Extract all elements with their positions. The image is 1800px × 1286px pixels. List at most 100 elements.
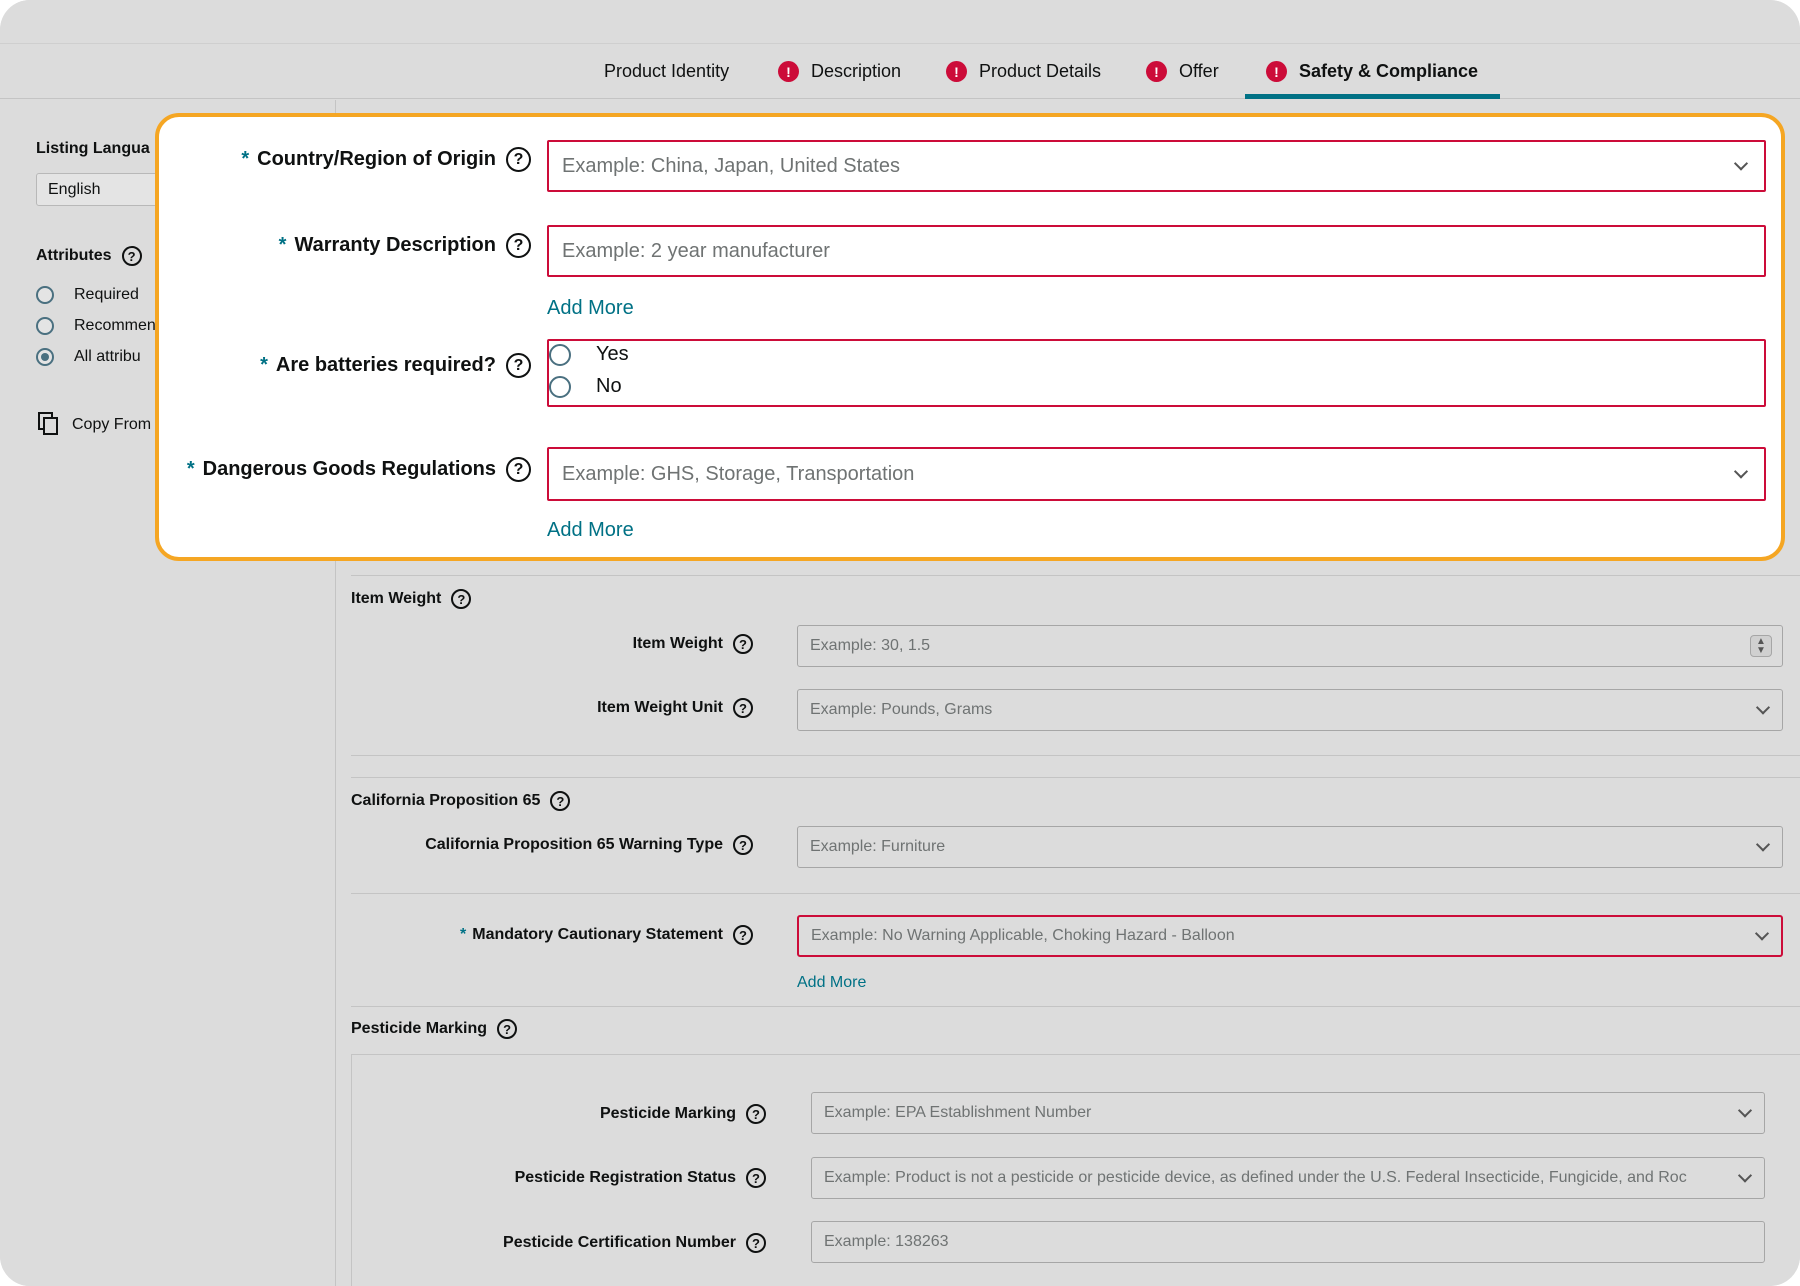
- field-label-text: Pesticide Registration Status: [514, 1169, 736, 1186]
- section-divider: [351, 1006, 1800, 1007]
- help-icon[interactable]: ?: [733, 835, 753, 855]
- country-of-origin-label: * Country/Region of Origin ?: [159, 147, 531, 172]
- pesticide-marking-select[interactable]: Example: EPA Establishment Number: [811, 1092, 1765, 1134]
- dangerous-goods-add-more-link[interactable]: Add More: [547, 519, 634, 542]
- help-icon[interactable]: ?: [506, 353, 531, 378]
- attributes-label: Attributes ?: [36, 246, 142, 266]
- error-icon: !: [778, 61, 799, 82]
- section-divider: [351, 893, 1800, 894]
- highlighted-required-fields-panel: * Country/Region of Origin ? Example: Ch…: [155, 113, 1785, 561]
- help-icon[interactable]: ?: [746, 1104, 766, 1124]
- active-tab-indicator: [1245, 94, 1500, 99]
- placeholder-text: Example: China, Japan, United States: [562, 154, 900, 177]
- radio-icon[interactable]: [36, 286, 54, 304]
- placeholder-text: Example: 138263: [824, 1233, 949, 1250]
- error-icon: !: [1266, 61, 1287, 82]
- item-weight-unit-label: Item Weight Unit ?: [351, 698, 753, 718]
- filter-label: Recommen: [74, 317, 156, 334]
- tab-label: Product Details: [979, 61, 1102, 81]
- field-label-text: Item Weight: [632, 635, 723, 652]
- placeholder-text: Example: 2 year manufacturer: [562, 239, 830, 262]
- chevron-down-icon: [1733, 156, 1749, 171]
- help-icon[interactable]: ?: [506, 147, 531, 172]
- tab-label: Description: [811, 61, 902, 81]
- item-weight-unit-select[interactable]: Example: Pounds, Grams: [797, 689, 1783, 731]
- radio-label: Yes: [596, 343, 629, 365]
- radio-icon[interactable]: [549, 343, 571, 366]
- tab-label: Safety & Compliance: [1299, 61, 1479, 81]
- filter-all-attributes[interactable]: All attribu: [36, 348, 141, 366]
- tab-label: Offer: [1179, 61, 1219, 81]
- field-label-text: Country/Region of Origin: [257, 148, 496, 170]
- radio-icon[interactable]: [549, 375, 571, 398]
- field-label-text: Pesticide Marking: [599, 1105, 736, 1122]
- tab-product-details[interactable]: ! Product Details: [946, 44, 1101, 99]
- pesticide-cert-label: Pesticide Certification Number ?: [351, 1233, 766, 1253]
- placeholder-text: Example: 30, 1.5: [810, 637, 931, 654]
- help-icon[interactable]: ?: [746, 1233, 766, 1253]
- placeholder-text: Example: GHS, Storage, Transportation: [562, 462, 915, 485]
- batteries-option-yes[interactable]: Yes: [549, 343, 629, 366]
- item-weight-section-title: Item Weight ?: [351, 589, 472, 609]
- country-of-origin-select[interactable]: Example: China, Japan, United States: [547, 140, 1766, 192]
- tab-product-identity[interactable]: Product Identity: [604, 44, 729, 99]
- pesticide-status-label: Pesticide Registration Status ?: [351, 1168, 766, 1188]
- help-icon[interactable]: ?: [733, 698, 753, 718]
- filter-label: Required: [74, 286, 139, 303]
- help-icon[interactable]: ?: [550, 791, 571, 811]
- placeholder-text: Example: Product is not a pesticide or p…: [824, 1169, 1687, 1186]
- help-icon[interactable]: ?: [121, 246, 142, 266]
- listing-language-label: Listing Langua: [36, 140, 150, 157]
- item-weight-label: Item Weight ?: [351, 634, 753, 654]
- prop65-warning-select[interactable]: Example: Furniture: [797, 826, 1783, 868]
- batteries-option-no[interactable]: No: [549, 375, 622, 398]
- tab-bar: Product Identity ! Description ! Product…: [0, 44, 1800, 99]
- placeholder-text: Example: EPA Establishment Number: [824, 1104, 1092, 1121]
- help-icon[interactable]: ?: [506, 457, 531, 482]
- warranty-description-input[interactable]: Example: 2 year manufacturer: [547, 225, 1766, 277]
- filter-required[interactable]: Required: [36, 286, 139, 304]
- radio-selected-icon[interactable]: [36, 348, 54, 366]
- dangerous-goods-select[interactable]: Example: GHS, Storage, Transportation: [547, 447, 1766, 501]
- cautionary-add-more-link[interactable]: Add More: [797, 974, 866, 992]
- copy-icon[interactable]: [38, 412, 60, 436]
- cautionary-statement-label: * Mandatory Cautionary Statement ?: [351, 925, 753, 945]
- field-label-text: Warranty Description: [294, 234, 496, 256]
- tab-safety-compliance[interactable]: ! Safety & Compliance: [1266, 44, 1478, 99]
- pesticide-status-select[interactable]: Example: Product is not a pesticide or p…: [811, 1157, 1765, 1199]
- help-icon[interactable]: ?: [733, 925, 753, 945]
- help-icon[interactable]: ?: [497, 1019, 518, 1039]
- section-divider: [351, 755, 1800, 756]
- warranty-add-more-link[interactable]: Add More: [547, 297, 634, 320]
- chevron-down-icon: [1733, 464, 1749, 479]
- radio-icon[interactable]: [36, 317, 54, 335]
- required-marker: *: [186, 458, 195, 480]
- field-label-text: California Proposition 65 Warning Type: [425, 836, 723, 853]
- warranty-description-label: * Warranty Description ?: [159, 233, 531, 258]
- pesticide-section-title: Pesticide Marking ?: [351, 1019, 518, 1039]
- required-marker: *: [260, 354, 268, 376]
- filter-recommended[interactable]: Recommen: [36, 317, 156, 335]
- item-weight-input[interactable]: Example: 30, 1.5 ▲ ▼: [797, 625, 1783, 667]
- help-icon[interactable]: ?: [451, 589, 472, 609]
- batteries-required-label: * Are batteries required? ?: [159, 353, 531, 378]
- app-frame: Product Identity ! Description ! Product…: [0, 0, 1800, 1286]
- pesticide-cert-input[interactable]: Example: 138263: [811, 1221, 1765, 1263]
- tab-description[interactable]: ! Description: [778, 44, 901, 99]
- copy-from-link[interactable]: Copy From: [72, 416, 151, 434]
- section-title-text: California Proposition 65: [351, 792, 541, 809]
- cautionary-statement-select[interactable]: Example: No Warning Applicable, Choking …: [797, 915, 1783, 957]
- chevron-down-icon: [1737, 1103, 1753, 1118]
- pesticide-marking-label: Pesticide Marking ?: [351, 1104, 766, 1124]
- help-icon[interactable]: ?: [746, 1168, 766, 1188]
- tab-label: Product Identity: [604, 61, 730, 81]
- tab-offer[interactable]: ! Offer: [1146, 44, 1219, 99]
- help-icon[interactable]: ?: [733, 634, 753, 654]
- number-stepper-icon[interactable]: ▲ ▼: [1750, 635, 1772, 657]
- field-label-text: Pesticide Certification Number: [503, 1234, 736, 1251]
- chevron-down-icon: [1737, 1168, 1753, 1183]
- placeholder-text: Example: Furniture: [810, 838, 946, 855]
- prop65-section-title: California Proposition 65 ?: [351, 791, 571, 811]
- help-icon[interactable]: ?: [506, 233, 531, 258]
- placeholder-text: Example: No Warning Applicable, Choking …: [811, 927, 1235, 944]
